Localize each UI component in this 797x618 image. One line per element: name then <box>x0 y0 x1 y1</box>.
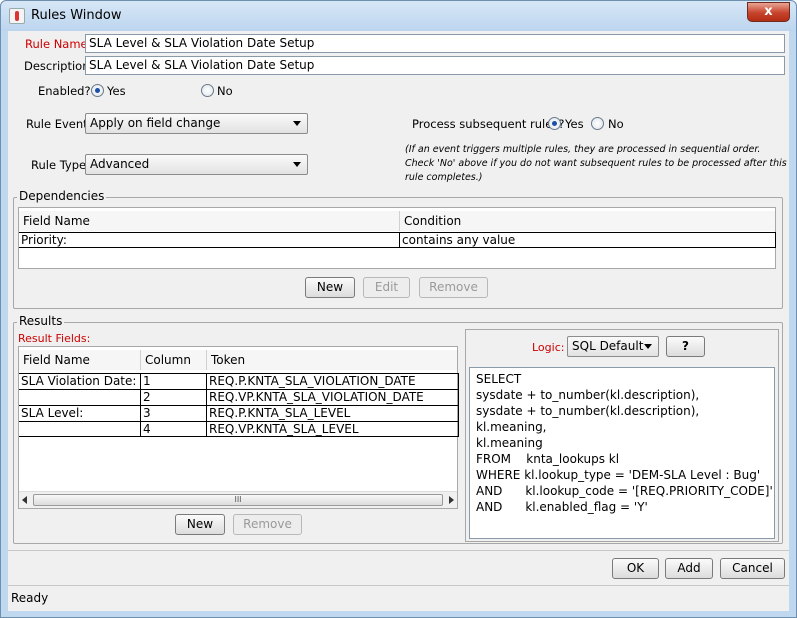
footer-divider <box>8 550 789 551</box>
process-note-line2: Check 'No' above if you do not want subs… <box>405 158 787 169</box>
result-token-cell: REQ.VP.KNTA_SLA_VIOLATION_DATE <box>207 390 459 405</box>
chevron-down-icon <box>293 162 301 167</box>
results-col-field-name[interactable]: Field Name <box>19 350 141 370</box>
scroll-thumb[interactable]: III <box>33 494 443 506</box>
enabled-label: Enabled? <box>38 84 91 98</box>
results-title: Results <box>17 314 65 328</box>
rule-type-dropdown[interactable]: Advanced <box>85 154 308 175</box>
table-row[interactable]: 2 REQ.VP.KNTA_SLA_VIOLATION_DATE <box>19 389 459 405</box>
process-subsequent-yes-radio[interactable] <box>548 117 561 130</box>
result-token-cell: REQ.P.KNTA_SLA_VIOLATION_DATE <box>207 374 459 389</box>
dependency-field-cell: Priority: <box>19 233 400 248</box>
results-new-button[interactable]: New <box>175 514 225 535</box>
window-title: Rules Window <box>31 8 122 23</box>
description-input[interactable]: SLA Level & SLA Violation Date Setup <box>85 56 785 75</box>
process-subsequent-yes-label: Yes <box>565 117 584 131</box>
logic-label: Logic: <box>532 341 565 354</box>
process-note-line1: (If an event triggers multiple rules, th… <box>405 144 761 155</box>
logic-value: SQL Default <box>572 339 644 353</box>
dependency-condition-cell: contains any value <box>400 233 776 248</box>
results-horizontal-scrollbar[interactable]: III <box>19 491 457 508</box>
table-row[interactable]: SLA Level: 3 REQ.P.KNTA_SLA_LEVEL <box>19 405 459 421</box>
result-column-cell: 3 <box>141 406 207 421</box>
sql-editor[interactable]: SELECT sysdate + to_number(kl.descriptio… <box>469 367 775 539</box>
ok-button[interactable]: OK <box>612 558 659 579</box>
table-row[interactable]: Priority: contains any value <box>19 232 776 248</box>
result-column-cell: 2 <box>141 390 207 405</box>
process-subsequent-label: Process subsequent rules? <box>412 117 565 131</box>
rule-event-label: Rule Event: <box>26 117 92 131</box>
process-note-line3: rule completes.) <box>405 172 483 183</box>
window-content: Rule Name: SLA Level & SLA Violation Dat… <box>8 31 789 611</box>
dependencies-remove-button[interactable]: Remove <box>419 277 488 298</box>
result-fields-label: Result Fields: <box>18 332 91 345</box>
status-text: Ready <box>11 591 49 605</box>
scroll-right-arrow-icon[interactable] <box>449 496 454 504</box>
dependencies-new-button[interactable]: New <box>305 277 355 298</box>
chevron-down-icon <box>293 121 301 126</box>
enabled-yes-radio[interactable] <box>91 84 104 97</box>
rule-type-label: Rule Type: <box>31 158 90 172</box>
dependencies-title: Dependencies <box>17 189 107 203</box>
dependencies-col-field-name[interactable]: Field Name <box>19 211 400 231</box>
enabled-no-radio[interactable] <box>201 84 214 97</box>
help-button[interactable]: ? <box>666 336 705 357</box>
title-bar[interactable]: Rules Window x <box>1 1 796 31</box>
logic-dropdown[interactable]: SQL Default <box>567 336 659 357</box>
chevron-down-icon <box>644 344 652 349</box>
scroll-left-arrow-icon[interactable] <box>22 496 27 504</box>
dependencies-col-condition[interactable]: Condition <box>400 211 775 231</box>
rule-type-value: Advanced <box>90 157 150 171</box>
rule-name-label: Rule Name: <box>25 37 92 51</box>
result-field-cell <box>19 422 141 437</box>
status-bar: Ready <box>8 585 789 609</box>
result-column-cell: 4 <box>141 422 207 437</box>
results-remove-button[interactable]: Remove <box>233 514 302 535</box>
result-token-cell: REQ.P.KNTA_SLA_LEVEL <box>207 406 459 421</box>
rule-event-value: Apply on field change <box>90 116 221 130</box>
enabled-yes-label: Yes <box>107 84 126 98</box>
result-token-cell: REQ.VP.KNTA_SLA_LEVEL <box>207 422 459 437</box>
rules-window: Rules Window x Rule Name: SLA Level & SL… <box>0 0 797 618</box>
results-col-column[interactable]: Column <box>141 350 207 370</box>
rule-name-input[interactable]: SLA Level & SLA Violation Date Setup <box>85 34 785 53</box>
result-column-cell: 1 <box>141 374 207 389</box>
table-row[interactable]: 4 REQ.VP.KNTA_SLA_LEVEL <box>19 421 459 437</box>
add-button[interactable]: Add <box>665 558 713 579</box>
description-label: Description: <box>24 59 94 73</box>
process-subsequent-no-radio[interactable] <box>591 117 604 130</box>
enabled-no-label: No <box>217 84 233 98</box>
rule-event-dropdown[interactable]: Apply on field change <box>85 113 308 134</box>
results-table: Field Name Column Token SLA Violation Da… <box>18 346 459 509</box>
table-row[interactable]: SLA Violation Date: 1 REQ.P.KNTA_SLA_VIO… <box>19 373 459 389</box>
close-button[interactable]: x <box>747 2 790 22</box>
result-field-cell: SLA Violation Date: <box>19 374 141 389</box>
cancel-button[interactable]: Cancel <box>720 558 785 579</box>
dependencies-edit-button[interactable]: Edit <box>363 277 410 298</box>
process-subsequent-no-label: No <box>608 117 624 131</box>
result-field-cell: SLA Level: <box>19 406 141 421</box>
results-col-token[interactable]: Token <box>207 350 457 370</box>
dependencies-table: Field Name Condition Priority: contains … <box>18 207 776 269</box>
java-app-icon <box>9 8 25 24</box>
result-field-cell <box>19 390 141 405</box>
